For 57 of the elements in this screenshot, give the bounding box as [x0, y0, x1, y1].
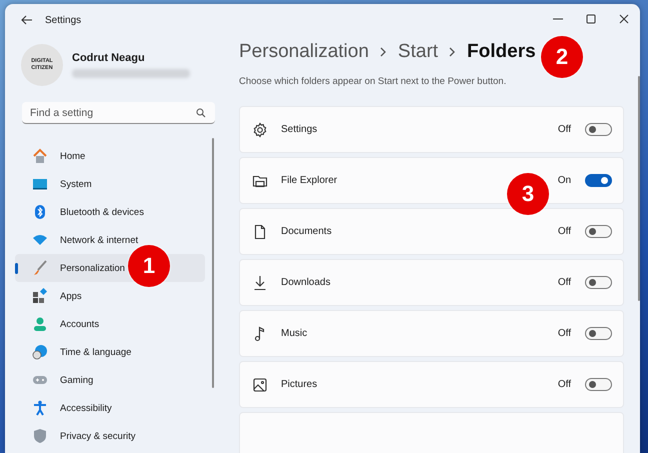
nav-item[interactable]: Privacy & security [15, 422, 205, 450]
system-icon [32, 176, 48, 192]
chevron-icon [449, 47, 456, 57]
wifi-icon [32, 232, 48, 248]
toggle-switch[interactable] [585, 174, 612, 187]
globe-icon [32, 344, 48, 360]
bluetooth-icon [32, 204, 48, 220]
user-name: Codrut Neagu [72, 52, 146, 64]
nav-item[interactable]: Gaming [15, 366, 205, 394]
chevron-icon [380, 47, 387, 57]
window-title: Settings [45, 14, 82, 26]
scrollbar[interactable] [212, 138, 214, 388]
nav-item[interactable]: System [15, 170, 205, 198]
numbered-callout-overlay: 2 [541, 36, 583, 78]
folder-label: Music [281, 328, 308, 339]
toggle-state-label: Off [558, 328, 572, 339]
numbered-callout-overlay: 1 [128, 245, 170, 287]
breadcrumb-item[interactable]: Personalization [239, 41, 369, 63]
toggle-state-label: On [558, 175, 572, 186]
nav-item[interactable]: Accessibility [15, 394, 205, 422]
accessibility-icon [32, 400, 48, 416]
close-icon[interactable] [619, 14, 629, 24]
toggle-switch[interactable] [585, 276, 612, 289]
folder-label: Downloads [281, 277, 332, 288]
breadcrumb-item: Folders [467, 41, 536, 63]
nav-item[interactable]: Time & language [15, 338, 205, 366]
maximize-icon[interactable] [586, 14, 596, 24]
person-icon [32, 316, 48, 332]
search-icon[interactable] [196, 108, 206, 118]
folder-label: Pictures [281, 379, 318, 390]
toggle-state-label: Off [558, 277, 572, 288]
folder-label: File Explorer [281, 175, 338, 186]
page-description: Choose which folders appear on Start next to the Power button. [239, 76, 508, 87]
scrollbar[interactable] [638, 76, 640, 301]
nav-item[interactable]: Home [15, 142, 205, 170]
home-icon [32, 148, 48, 164]
download-icon [252, 274, 268, 290]
shield-icon [32, 428, 48, 444]
apps-icon [32, 288, 48, 304]
back-arrow-icon[interactable] [21, 15, 33, 25]
nav-item[interactable]: Bluetooth & devices [15, 198, 205, 226]
breadcrumb-item[interactable]: Start [398, 41, 438, 63]
gear-icon [252, 122, 268, 138]
nav-item[interactable]: Accounts [15, 310, 205, 338]
toggle-switch[interactable] [585, 378, 612, 391]
toggle-state-label: Off [558, 379, 572, 390]
toggle-switch[interactable] [585, 327, 612, 340]
document-icon [252, 224, 268, 240]
picture-icon [252, 376, 268, 392]
toggle-state-label: Off [558, 226, 572, 237]
toggle-state-label: Off [558, 124, 572, 135]
folder-label: Settings [281, 124, 318, 135]
brush-icon [32, 260, 48, 276]
folder-label: Documents [281, 226, 333, 237]
toggle-switch[interactable] [585, 123, 612, 136]
toggle-switch[interactable] [585, 225, 612, 238]
search-field[interactable]: Find a setting [22, 102, 215, 124]
